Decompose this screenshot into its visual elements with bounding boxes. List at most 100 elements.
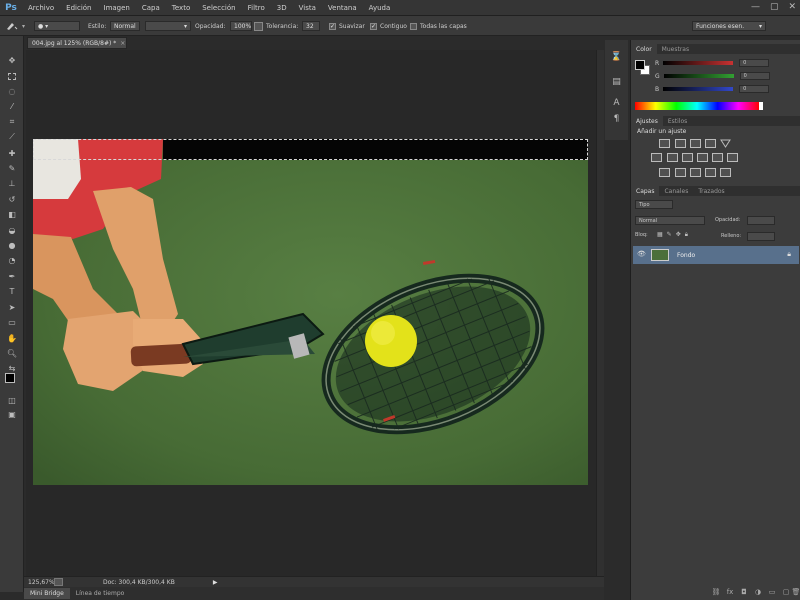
close-window-button[interactable]: ✕ [788, 2, 796, 12]
move-tool-icon[interactable]: ✥ [5, 54, 19, 66]
tab-channels[interactable]: Canales [659, 186, 693, 196]
tab-styles[interactable]: Estilos [663, 116, 692, 126]
menu-3d[interactable]: 3D [271, 4, 293, 12]
brush-size-field[interactable]: ● ▾ [34, 21, 80, 31]
link-layers-icon[interactable]: ⛓ [711, 588, 721, 596]
minimize-button[interactable]: — [751, 2, 760, 12]
invert-icon[interactable] [659, 168, 670, 177]
maximize-button[interactable]: ▢ [770, 2, 779, 12]
all-layers-checkbox[interactable]: Todas las capas [410, 20, 467, 32]
add-mask-icon[interactable]: ◘ [739, 588, 749, 596]
panel-foreground-swatch[interactable] [635, 60, 645, 70]
tolerance-field[interactable]: 32 [302, 21, 320, 31]
menu-ventana[interactable]: Ventana [322, 4, 363, 12]
fill-field[interactable] [747, 232, 775, 241]
photo-filter-icon[interactable] [697, 153, 708, 162]
tab-layers[interactable]: Capas [631, 186, 660, 196]
close-document-button[interactable]: × [120, 40, 125, 47]
brush-tool-icon[interactable]: ✎ [5, 162, 19, 174]
menu-vista[interactable]: Vista [293, 4, 322, 12]
exposure-icon[interactable] [705, 139, 716, 148]
blend-mode-select[interactable]: Normal [635, 216, 705, 225]
status-menu-icon[interactable] [54, 578, 63, 586]
blue-slider-row[interactable]: B 0 [655, 85, 795, 93]
lasso-tool-icon[interactable]: ◌ [5, 85, 19, 97]
tab-adjustments[interactable]: Ajustes [631, 116, 663, 126]
delete-layer-icon[interactable]: 🗑︎ [791, 588, 800, 596]
green-slider-row[interactable]: G 0 [655, 72, 795, 80]
zoom-level[interactable]: 125,67% [28, 579, 55, 586]
menu-ayuda[interactable]: Ayuda [363, 4, 397, 12]
layer-kind-filter[interactable]: Tipo [635, 200, 673, 209]
eraser-tool-icon[interactable]: ◧ [5, 208, 19, 220]
marquee-tool-icon[interactable] [5, 70, 19, 82]
layer-opacity-field[interactable] [747, 216, 775, 225]
red-value[interactable]: 0 [739, 59, 770, 67]
color-lookup-icon[interactable] [727, 153, 738, 162]
levels-icon[interactable] [675, 139, 686, 148]
layer-style-icon[interactable]: fx [725, 588, 735, 596]
clone-stamp-tool-icon[interactable]: ⊥ [5, 177, 19, 189]
tab-swatches[interactable]: Muestras [657, 44, 694, 54]
blur-tool-icon[interactable]: ● [5, 239, 19, 251]
magic-wand-tool-icon[interactable]: ⁄ [5, 100, 19, 112]
style-select[interactable]: Normal [110, 21, 140, 31]
eyedropper-tool-icon[interactable]: ⟋ [5, 131, 19, 143]
channel-mixer-icon[interactable] [712, 153, 723, 162]
green-value[interactable]: 0 [739, 72, 770, 80]
hand-tool-icon[interactable]: ✋ [5, 332, 19, 344]
zoom-tool-icon[interactable]: 🔍︎ [5, 347, 19, 359]
gradient-map-icon[interactable] [705, 168, 716, 177]
paragraph-panel-icon[interactable]: ¶ [610, 112, 623, 125]
menu-edici-n[interactable]: Edición [60, 4, 97, 12]
character-panel-icon[interactable]: A [610, 96, 623, 109]
menu-imagen[interactable]: Imagen [98, 4, 136, 12]
status-arrow-icon[interactable]: ▶ [213, 579, 218, 586]
properties-panel-icon[interactable]: ▤ [610, 75, 623, 88]
tab-timeline[interactable]: Línea de tiempo [70, 588, 131, 599]
green-slider[interactable] [663, 74, 734, 78]
tab-paths[interactable]: Trazados [693, 186, 729, 196]
paint-bucket-tool-icon[interactable]: ◒ [5, 224, 19, 236]
menu-selecci-n[interactable]: Selección [196, 4, 241, 12]
red-slider[interactable] [663, 61, 734, 65]
color-balance-icon[interactable] [667, 153, 678, 162]
type-tool-icon[interactable]: T [5, 285, 19, 297]
new-adjustment-icon[interactable]: ◑ [753, 588, 763, 596]
document-image[interactable] [33, 139, 588, 485]
screen-mode-icon[interactable]: ▣ [5, 408, 19, 420]
curves-icon[interactable] [690, 139, 701, 148]
new-group-icon[interactable]: ▭ [767, 588, 777, 596]
pressure-opacity-icon[interactable] [254, 21, 263, 31]
posterize-icon[interactable] [675, 168, 686, 177]
history-panel-icon[interactable]: ⌛ [610, 50, 623, 63]
menu-filtro[interactable]: Filtro [242, 4, 271, 12]
brightness-contrast-icon[interactable] [659, 139, 670, 148]
dodge-tool-icon[interactable]: ◔ [5, 254, 19, 266]
rectangle-tool-icon[interactable]: ▭ [5, 316, 19, 328]
style-select-arrow[interactable]: ▾ [145, 21, 191, 31]
pen-tool-icon[interactable]: ✒ [5, 270, 19, 282]
menu-archivo[interactable]: Archivo [22, 4, 60, 12]
menu-texto[interactable]: Texto [166, 4, 196, 12]
spectrum-white[interactable] [759, 102, 763, 110]
document-tab[interactable]: 004.jpg al 125% (RGB/8#) * × [27, 37, 127, 49]
tool-preset-icon[interactable] [4, 20, 18, 32]
layer-row-background[interactable]: 👁︎ Fondo 🔒︎ [633, 246, 799, 264]
crop-tool-icon[interactable]: ⌗ [5, 116, 19, 128]
selective-color-icon[interactable] [720, 168, 731, 177]
blue-value[interactable]: 0 [739, 85, 770, 93]
hue-saturation-icon[interactable] [651, 153, 662, 162]
workspace-select[interactable]: Funciones esen. ▾ [692, 21, 766, 31]
menu-capa[interactable]: Capa [136, 4, 166, 12]
tool-preset-dropdown[interactable]: ▾ [22, 20, 25, 32]
red-slider-row[interactable]: R 0 [655, 59, 795, 67]
opacity-field[interactable]: 100% [230, 21, 252, 31]
contiguous-checkbox[interactable]: ✓ Contiguo [370, 20, 407, 32]
healing-brush-tool-icon[interactable]: ✚ [5, 147, 19, 159]
lock-icons[interactable]: ▦✎✥🔒︎ [657, 231, 692, 239]
new-layer-icon[interactable]: ▢ [781, 588, 791, 596]
foreground-color-swatch[interactable] [5, 373, 15, 383]
color-spectrum-bar[interactable] [635, 102, 759, 110]
vertical-scrollbar[interactable] [596, 50, 604, 576]
